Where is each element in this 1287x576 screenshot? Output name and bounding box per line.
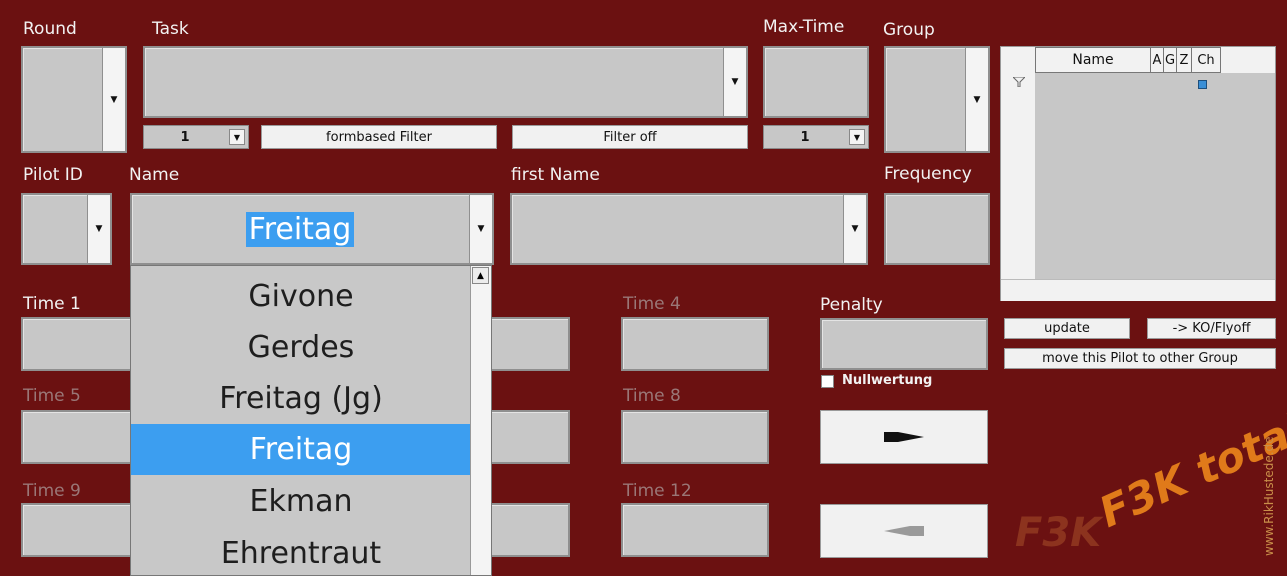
time12-field[interactable] (621, 503, 769, 557)
next-button[interactable] (820, 410, 988, 464)
play-left-icon (884, 526, 924, 536)
f3k-form-window: Round Task Max-Time Group ▼ ▼ ▼ 1 ▼ form… (0, 0, 1287, 576)
grid-col-a[interactable]: A (1150, 47, 1164, 73)
grid-z-checkbox[interactable] (1198, 80, 1207, 89)
chevron-down-icon[interactable]: ▼ (469, 195, 492, 263)
f3k-total-logo: F3K F3K total www.RikHustede.de (1015, 380, 1287, 570)
task-counter-combo[interactable]: 1 ▼ (143, 125, 249, 149)
chevron-down-icon[interactable]: ▼ (965, 48, 988, 151)
grid-body (1035, 73, 1275, 279)
filter-funnel-icon[interactable] (1013, 77, 1025, 87)
round-label: Round (23, 19, 77, 39)
time12-label: Time 12 (623, 481, 692, 501)
max-time-field[interactable] (763, 46, 869, 118)
time7-field[interactable] (480, 410, 570, 464)
update-button[interactable]: update (1004, 318, 1130, 339)
time8-label: Time 8 (623, 386, 681, 406)
time9-label: Time 9 (23, 481, 81, 501)
grid-col-name[interactable]: Name (1035, 47, 1151, 73)
nullwertung-checkbox[interactable] (821, 375, 834, 388)
grid-col-ch[interactable]: Ch (1191, 47, 1221, 73)
task-counter-value: 1 (180, 129, 190, 145)
chevron-down-icon[interactable]: ▼ (849, 129, 865, 145)
time5-field[interactable] (21, 410, 141, 464)
logo-main-text: F3K total (1092, 404, 1287, 537)
chevron-down-icon[interactable]: ▼ (843, 195, 866, 263)
time4-label: Time 4 (623, 294, 681, 314)
chevron-down-icon[interactable]: ▼ (229, 129, 245, 145)
pilot-id-label: Pilot ID (23, 165, 83, 185)
formbased-filter-button[interactable]: formbased Filter (261, 125, 497, 149)
task-label: Task (152, 19, 189, 39)
time3-field[interactable] (480, 317, 570, 371)
dropdown-item-selected[interactable]: Freitag (131, 424, 471, 475)
name-combo-value[interactable]: Freitag (245, 211, 355, 247)
time1-field[interactable] (21, 317, 141, 371)
move-pilot-button[interactable]: move this Pilot to other Group (1004, 348, 1276, 369)
first-name-label: first Name (511, 165, 600, 185)
chevron-down-icon[interactable]: ▼ (102, 48, 125, 151)
time4-field[interactable] (621, 317, 769, 371)
name-combo[interactable]: Freitag ▼ (130, 193, 494, 265)
name-combo-value-wrap: Freitag (132, 195, 468, 263)
pilot-grid[interactable]: Name A G Z Ch (1000, 46, 1276, 301)
dropdown-item[interactable]: Givone (131, 271, 471, 322)
pilot-id-combo[interactable]: ▼ (21, 193, 112, 265)
logo-website-text: www.RikHustede.de (1262, 436, 1276, 556)
time1-label: Time 1 (23, 294, 81, 314)
dropdown-item[interactable]: Freitag (Jg) (131, 373, 471, 424)
max-time-label: Max-Time (763, 17, 845, 37)
penalty-label: Penalty (820, 295, 883, 315)
dropdown-scrollbar[interactable]: ▲ (470, 266, 491, 575)
filter-off-button[interactable]: Filter off (512, 125, 748, 149)
scroll-up-arrow-icon[interactable]: ▲ (472, 267, 489, 284)
prev-button[interactable] (820, 504, 988, 558)
time8-field[interactable] (621, 410, 769, 464)
dropdown-item[interactable]: Ekman (131, 476, 471, 527)
max-time-counter-value: 1 (800, 129, 810, 145)
grid-footer (1001, 279, 1275, 301)
round-combo[interactable]: ▼ (21, 46, 127, 153)
name-label: Name (129, 165, 180, 185)
grid-col-g[interactable]: G (1163, 47, 1177, 73)
name-dropdown-list[interactable]: Givone Gerdes Freitag (Jg) Freitag Ekman… (130, 265, 492, 576)
first-name-combo[interactable]: ▼ (510, 193, 868, 265)
play-right-icon (884, 432, 924, 442)
penalty-field[interactable] (820, 318, 988, 370)
dropdown-item[interactable]: Gerdes (131, 322, 471, 373)
group-combo[interactable]: ▼ (884, 46, 990, 153)
time9-field[interactable] (21, 503, 141, 557)
grid-col-z[interactable]: Z (1176, 47, 1192, 73)
max-time-counter-combo[interactable]: 1 ▼ (763, 125, 869, 149)
nullwertung-label: Nullwertung (842, 373, 933, 388)
dropdown-item[interactable]: Ehrentraut (131, 528, 471, 575)
group-label: Group (883, 20, 935, 40)
chevron-down-icon[interactable]: ▼ (723, 48, 746, 116)
time5-label: Time 5 (23, 386, 81, 406)
time11-field[interactable] (480, 503, 570, 557)
logo-shadow-text: F3K (1015, 510, 1102, 556)
frequency-label: Frequency (884, 164, 972, 184)
chevron-down-icon[interactable]: ▼ (87, 195, 110, 263)
ko-flyoff-button[interactable]: -> KO/Flyoff (1147, 318, 1276, 339)
task-combo[interactable]: ▼ (143, 46, 748, 118)
frequency-field[interactable] (884, 193, 990, 265)
